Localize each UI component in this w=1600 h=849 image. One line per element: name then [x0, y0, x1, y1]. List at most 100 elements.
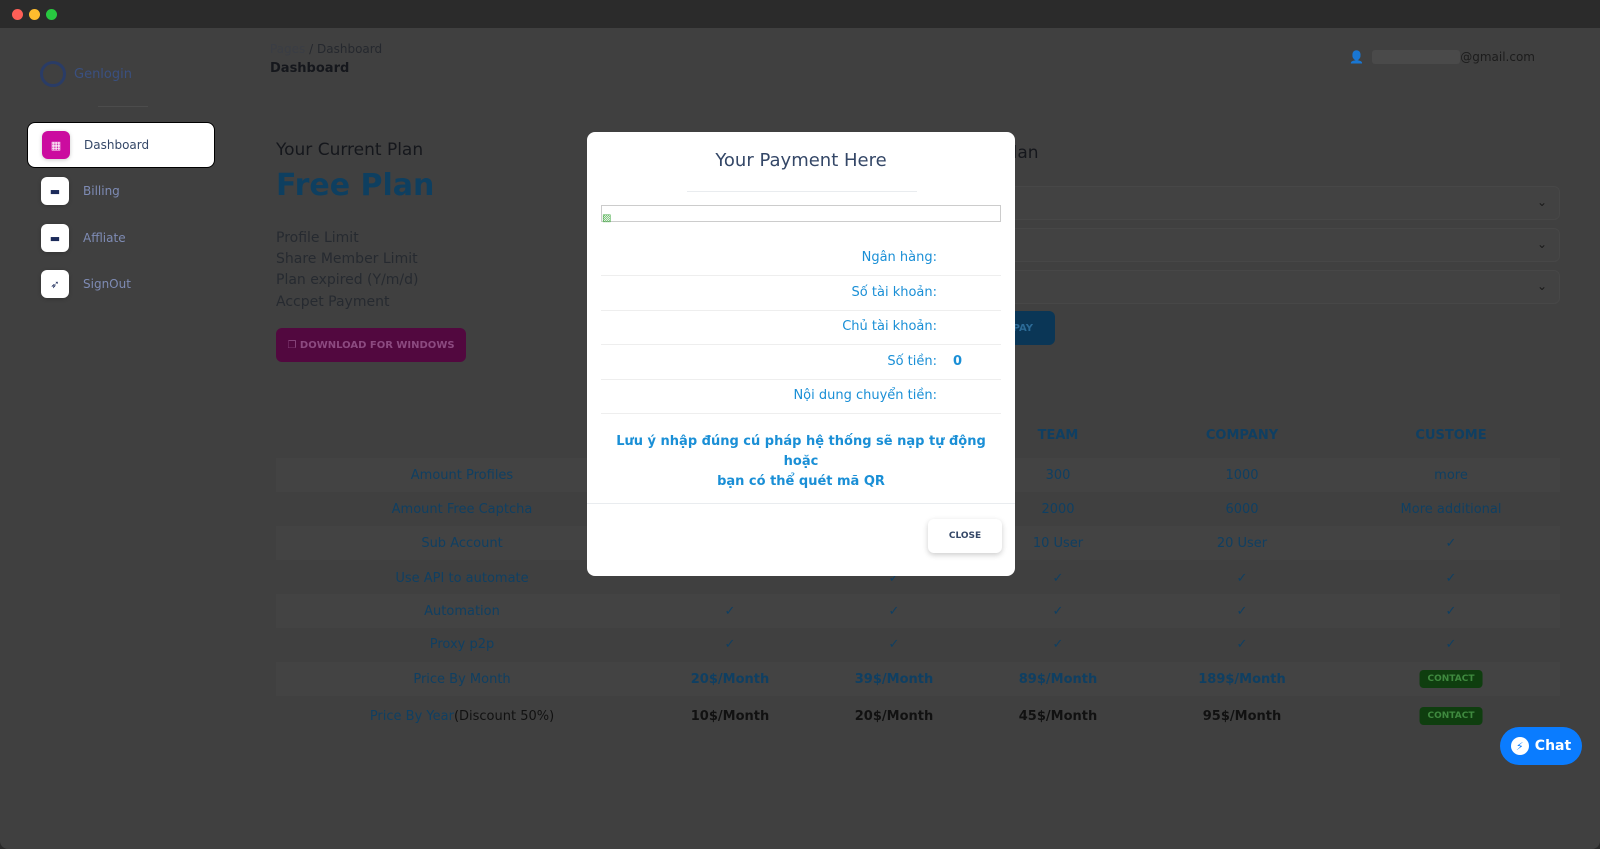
breadcrumb-pages[interactable]: Pages: [270, 42, 305, 56]
row-label-text: Proxy p2p: [429, 636, 495, 652]
row-label: Proxy p2p: [430, 627, 495, 661]
cell-value: 2000: [1041, 501, 1075, 517]
check-icon: ✓: [1052, 570, 1064, 586]
broken-image-icon: ▨: [602, 213, 612, 224]
breadcrumb-current: Dashboard: [317, 42, 383, 56]
download-windows-button[interactable]: ❐ DOWNLOAD FOR WINDOWS: [276, 328, 466, 362]
field-label: Số tài khoản:: [851, 284, 937, 300]
row-label: Use API to automate: [395, 561, 528, 595]
payment-field: Chủ tài khoản:: [601, 310, 1001, 345]
table-cell: More additional: [1401, 492, 1502, 526]
cell-value: 1000: [1225, 467, 1259, 483]
check-icon: ✓: [1445, 570, 1457, 586]
cell-value: 10$/Month: [690, 708, 770, 724]
table-cell: ✓: [1053, 561, 1064, 595]
row-label-text: Use API to automate: [395, 570, 529, 586]
profile-limit-label: Profile Limit: [276, 230, 359, 246]
check-icon: ✓: [1236, 570, 1248, 586]
share-member-limit-label: Share Member Limit: [276, 251, 418, 267]
row-label-text: Amount Profiles: [410, 467, 514, 483]
payment-field: Số tiền: 0: [601, 345, 1001, 380]
table-cell: ✓: [1237, 594, 1248, 628]
check-icon: ✓: [1052, 636, 1064, 652]
cell-value: 20$/Month: [690, 671, 770, 687]
user-icon: 👤: [1349, 50, 1365, 64]
field-label: Nội dung chuyển tiền:: [793, 388, 937, 403]
current-plan-heading: Your Current Plan: [276, 140, 424, 160]
table-cell: ✓: [1237, 561, 1248, 595]
row-label: Price By Year (Discount 50%): [370, 699, 554, 733]
logo[interactable]: Genlogin: [40, 61, 132, 87]
table-cell: 10 User: [1033, 526, 1083, 560]
close-window-button[interactable]: [12, 9, 23, 20]
plan-select[interactable]: ⌄: [960, 186, 1560, 220]
field-label: Ngân hàng:: [861, 250, 937, 265]
user-email: @gmail.com: [1460, 50, 1535, 64]
row-label-suffix: (Discount 50%): [453, 708, 555, 724]
table-cell: ✓: [1446, 627, 1457, 661]
cell-value: 6000: [1225, 501, 1259, 517]
cell-value: 45$/Month: [1018, 708, 1098, 724]
plan-expired-label: Plan expired (Y/m/d): [276, 272, 419, 288]
table-row: Proxy p2p ✓ ✓ ✓ ✓ ✓: [276, 627, 1560, 661]
user-menu[interactable]: 👤 @gmail.com: [1349, 50, 1535, 64]
maximize-window-button[interactable]: [46, 9, 57, 20]
sidebar-item-affliate[interactable]: ▬ Affliate: [27, 215, 215, 261]
table-row: Automation ✓ ✓ ✓ ✓ ✓: [276, 594, 1560, 628]
contact-button[interactable]: CONTACT: [1419, 707, 1483, 725]
rocket-icon: ➶: [41, 270, 69, 298]
chevron-down-icon: ⌄: [1536, 195, 1547, 209]
close-button[interactable]: CLOSE: [928, 519, 1002, 553]
table-cell: 6000: [1225, 492, 1258, 526]
payment-field: Nội dung chuyển tiền:: [601, 379, 1001, 414]
cell-value: 300: [1045, 467, 1071, 483]
row-label-text: Sub Account: [421, 535, 503, 551]
accept-payment-label: Accpet Payment: [276, 294, 390, 310]
table-cell: ✓: [889, 594, 900, 628]
header-custome: CUSTOME: [1415, 428, 1487, 443]
sidebar-item-billing[interactable]: ▬ Billing: [27, 168, 215, 214]
check-icon: ✓: [888, 636, 900, 652]
table-cell: 95$/Month: [1203, 699, 1281, 733]
credit-card-icon: ▬: [41, 177, 69, 205]
payment-note: Lưu ý nhập đúng cú pháp hệ thống sẽ nạp …: [601, 432, 1001, 492]
table-cell: ✓: [1053, 594, 1064, 628]
chat-label: Chat: [1534, 738, 1572, 754]
check-icon: ✓: [1052, 603, 1064, 619]
windows-icon: ❐: [287, 339, 300, 351]
cell-value: more: [1434, 467, 1468, 483]
row-label-text: Amount Free Captcha: [391, 501, 533, 517]
modal-title: Your Payment Here: [715, 150, 887, 171]
row-label-text: Automation: [424, 603, 500, 619]
row-label-text: Price By Year: [369, 708, 454, 724]
minimize-window-button[interactable]: [29, 9, 40, 20]
cell-value: 20 User: [1216, 535, 1268, 551]
table-cell: 20$/Month: [855, 699, 933, 733]
email-redacted: [1372, 50, 1461, 64]
check-icon: ✓: [1445, 636, 1457, 652]
row-label: Automation: [424, 594, 500, 628]
chevron-down-icon: ⌄: [1536, 279, 1547, 293]
check-icon: ✓: [1236, 603, 1248, 619]
messenger-chat-button[interactable]: ⚡ Chat: [1500, 727, 1582, 765]
logo-icon: [40, 61, 66, 87]
table-cell: 189$/Month: [1198, 662, 1286, 696]
chevron-down-icon: ⌄: [1536, 237, 1547, 251]
page-title: Dashboard: [270, 61, 350, 76]
check-icon: ✓: [724, 603, 736, 619]
row-label: Amount Profiles: [411, 458, 513, 492]
table-cell: 20 User: [1217, 526, 1267, 560]
duration-select[interactable]: n⌄: [960, 228, 1560, 262]
contact-button[interactable]: CONTACT: [1419, 670, 1483, 688]
sidebar-item-dashboard[interactable]: ▦ Dashboard: [27, 122, 215, 168]
table-cell: ✓: [1053, 627, 1064, 661]
payment-method-select[interactable]: ⌄: [960, 270, 1560, 304]
cell-value: 20$/Month: [854, 708, 934, 724]
sidebar-item-label: SignOut: [83, 277, 131, 291]
breadcrumb: Pages / Dashboard: [270, 42, 382, 56]
sidebar-item-signout[interactable]: ➶ SignOut: [27, 261, 215, 307]
check-icon: ✓: [1445, 535, 1457, 551]
cell-value: 39$/Month: [854, 671, 934, 687]
plan-name: Free Plan: [276, 168, 435, 203]
modal-divider: [687, 191, 917, 192]
